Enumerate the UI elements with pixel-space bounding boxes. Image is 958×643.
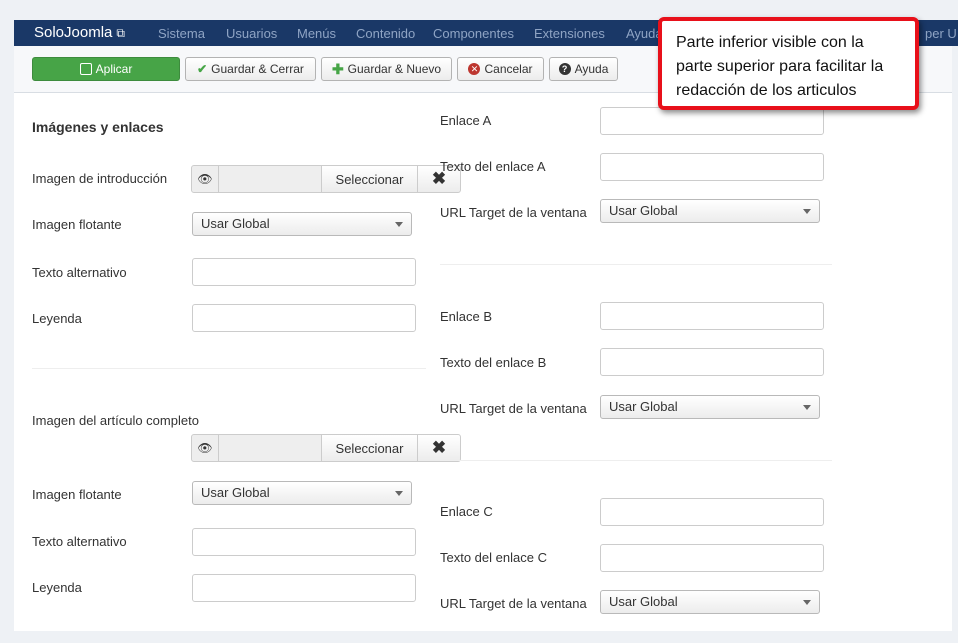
brand-label: SoloJoomla [34, 24, 113, 41]
divider [32, 368, 426, 369]
link-c-target-select[interactable]: Usar Global [600, 590, 820, 614]
link-b-target-label: URL Target de la ventana [440, 401, 587, 416]
content-panel: Imágenes y enlaces Imagen de introducció… [14, 93, 952, 631]
link-c-target-label: URL Target de la ventana [440, 596, 587, 611]
help-label: Ayuda [574, 62, 609, 76]
chevron-down-icon [803, 405, 811, 410]
full-image-media-field: 👁 Seleccionar ✖ [191, 434, 461, 462]
brand[interactable]: SoloJoomla ⧉ [34, 24, 125, 41]
select-label: Seleccionar [335, 440, 404, 456]
full-alt-input[interactable] [192, 528, 416, 556]
save-new-button[interactable]: ✚ Guardar & Nuevo [321, 57, 452, 81]
plus-icon: ✚ [331, 60, 344, 77]
external-link-icon: ⧉ [116, 26, 125, 40]
chevron-down-icon [395, 491, 403, 496]
link-b-target-select[interactable]: Usar Global [600, 395, 820, 419]
link-c-text-label: Texto del enlace C [440, 550, 547, 565]
link-a-target-select[interactable]: Usar Global [600, 199, 820, 223]
edit-icon [79, 63, 92, 75]
full-image-label: Imagen del artículo completo [32, 413, 199, 428]
intro-float-label: Imagen flotante [32, 217, 122, 232]
link-a-target-label: URL Target de la ventana [440, 205, 587, 220]
check-icon: ✔ [197, 62, 208, 76]
link-b-text-input[interactable] [600, 348, 824, 376]
link-a-text-input[interactable] [600, 153, 824, 181]
section-title: Imágenes y enlaces [32, 119, 164, 135]
cancel-button[interactable]: ✕ Cancelar [457, 57, 544, 81]
divider [440, 460, 832, 461]
annotation-text: Parte inferior visible con la parte supe… [676, 34, 884, 99]
link-c-text-input[interactable] [600, 544, 824, 572]
nav-componentes[interactable]: Componentes [433, 26, 514, 41]
intro-alt-input[interactable] [192, 258, 416, 286]
full-float-label: Imagen flotante [32, 487, 122, 502]
nav-extensiones[interactable]: Extensiones [534, 26, 605, 41]
eye-icon[interactable]: 👁 [191, 165, 219, 193]
intro-image-label: Imagen de introducción [32, 171, 168, 186]
nav-usuarios[interactable]: Usuarios [226, 26, 277, 41]
link-a-text-label: Texto del enlace A [440, 159, 546, 174]
link-b-label: Enlace B [440, 309, 493, 324]
intro-caption-label: Leyenda [32, 311, 82, 326]
nav-contenido[interactable]: Contenido [356, 26, 415, 41]
chevron-down-icon [803, 600, 811, 605]
apply-button[interactable]: Aplicar [32, 57, 180, 81]
link-b-target-value: Usar Global [609, 399, 678, 414]
chevron-down-icon [395, 222, 403, 227]
intro-alt-label: Texto alternativo [32, 265, 127, 280]
link-c-label: Enlace C [440, 504, 493, 519]
link-c-input[interactable] [600, 498, 824, 526]
link-a-label: Enlace A [440, 113, 492, 128]
cancel-icon: ✕ [468, 63, 481, 75]
close-icon[interactable]: ✖ [417, 434, 461, 462]
chevron-down-icon [803, 209, 811, 214]
full-float-value: Usar Global [201, 485, 270, 500]
save-new-label: Guardar & Nuevo [347, 62, 442, 76]
link-a-target-value: Usar Global [609, 203, 678, 218]
link-c-target-value: Usar Global [609, 594, 678, 609]
select-label: Seleccionar [335, 171, 404, 187]
link-b-input[interactable] [600, 302, 824, 330]
eye-icon[interactable]: 👁 [191, 434, 219, 462]
apply-label: Aplicar [95, 62, 133, 76]
divider [440, 264, 832, 265]
nav-user-menu[interactable]: per U [925, 26, 957, 41]
intro-float-select[interactable]: Usar Global [192, 212, 412, 236]
cancel-label: Cancelar [484, 62, 533, 76]
full-float-select[interactable]: Usar Global [192, 481, 412, 505]
intro-image-media-field: 👁 Seleccionar ✖ [191, 165, 461, 193]
help-icon: ? [558, 63, 571, 75]
full-image-path [218, 434, 322, 462]
save-close-label: Guardar & Cerrar [211, 62, 304, 76]
annotation-callout: Parte inferior visible con la parte supe… [658, 17, 919, 110]
full-caption-input[interactable] [192, 574, 416, 602]
full-alt-label: Texto alternativo [32, 534, 127, 549]
help-button[interactable]: ? Ayuda [549, 57, 618, 81]
intro-image-path [218, 165, 322, 193]
nav-menus[interactable]: Menús [297, 26, 336, 41]
intro-float-value: Usar Global [201, 216, 270, 231]
link-b-text-label: Texto del enlace B [440, 355, 547, 370]
intro-image-select-button[interactable]: Seleccionar [321, 165, 418, 193]
link-a-input[interactable] [600, 107, 824, 135]
full-image-select-button[interactable]: Seleccionar [321, 434, 418, 462]
intro-caption-input[interactable] [192, 304, 416, 332]
save-close-button[interactable]: ✔ Guardar & Cerrar [185, 57, 316, 81]
nav-sistema[interactable]: Sistema [158, 26, 205, 41]
full-caption-label: Leyenda [32, 580, 82, 595]
